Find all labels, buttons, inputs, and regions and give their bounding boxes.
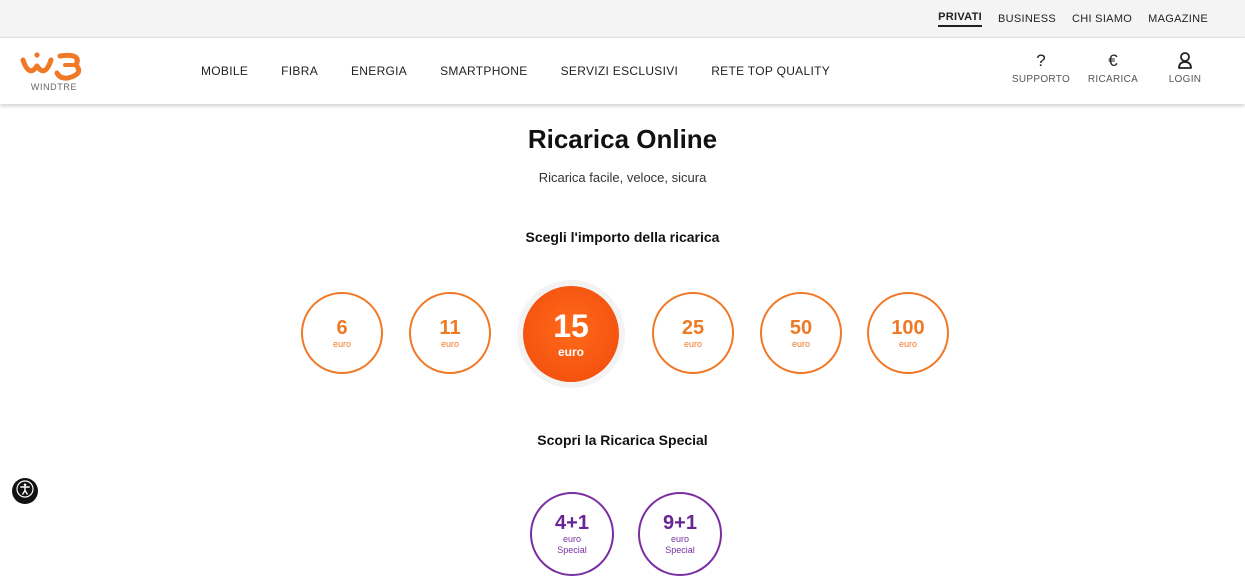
special-tag: Special	[557, 545, 587, 555]
special-section-title: Scopri la Ricarica Special	[537, 432, 708, 448]
special-value: 9+1	[663, 512, 697, 534]
amount-value: 50	[789, 316, 813, 339]
login-label: LOGIN	[1168, 74, 1202, 85]
amount-option-50[interactable]: 50 euro	[760, 292, 842, 374]
nav-item-smartphone[interactable]: SMARTPHONE	[440, 64, 527, 78]
user-login-icon	[1177, 50, 1193, 72]
page-title: Ricarica Online	[527, 124, 718, 154]
windtre-logo[interactable]: WINDTRE	[20, 50, 90, 94]
special-option-9-plus-1[interactable]: 9+1 euro Special	[638, 492, 722, 576]
accessibility-button[interactable]	[12, 478, 38, 504]
topbar-link-chi-siamo[interactable]: CHI SIAMO	[1072, 13, 1132, 26]
euro-icon: €	[1108, 51, 1118, 70]
ricarica-button[interactable]: € RICARICA	[1083, 50, 1143, 85]
nav-item-rete-top-quality[interactable]: RETE TOP QUALITY	[711, 64, 830, 78]
support-label: SUPPORTO	[1011, 74, 1071, 85]
special-tag: Special	[665, 545, 695, 555]
topbar-link-magazine[interactable]: MAGAZINE	[1148, 13, 1208, 26]
main-nav: MOBILE FIBRA ENERGIA SMARTPHONE SERVIZI …	[201, 38, 830, 104]
amount-option-25[interactable]: 25 euro	[652, 292, 734, 374]
amount-section-title: Scegli l'importo della ricarica	[525, 229, 720, 245]
top-utility-bar: PRIVATI BUSINESS CHI SIAMO MAGAZINE	[0, 0, 1245, 38]
amount-unit: euro	[683, 338, 702, 349]
amount-option-11[interactable]: 11 euro	[409, 292, 491, 374]
amount-unit: euro	[557, 345, 584, 359]
accessibility-icon	[16, 479, 34, 503]
special-unit: euro	[670, 534, 689, 544]
amount-unit: euro	[332, 338, 351, 349]
ricarica-label: RICARICA	[1087, 74, 1139, 85]
amount-unit: euro	[791, 338, 810, 349]
windtre-logo-mark	[20, 52, 82, 81]
amount-value: 11	[439, 316, 461, 339]
amount-value: 100	[891, 316, 925, 339]
nav-item-energia[interactable]: ENERGIA	[351, 64, 407, 78]
amount-value: 15	[553, 308, 589, 344]
amount-value: 25	[681, 316, 705, 339]
special-value: 4+1	[555, 512, 589, 534]
amount-option-100[interactable]: 100 euro	[867, 292, 949, 374]
special-unit: euro	[562, 534, 581, 544]
amount-option-15-selected[interactable]: 15 euro	[523, 286, 619, 382]
question-icon: ?	[1036, 51, 1046, 70]
amount-option-6[interactable]: 6 euro	[301, 292, 383, 374]
special-option-4-plus-1[interactable]: 4+1 euro Special	[530, 492, 614, 576]
topbar-link-business[interactable]: BUSINESS	[998, 13, 1056, 26]
support-button[interactable]: ? SUPPORTO	[1011, 50, 1071, 85]
nav-item-fibra[interactable]: FIBRA	[281, 64, 318, 78]
logo-wordmark: WINDTRE	[30, 82, 78, 92]
segment-links: PRIVATI BUSINESS CHI SIAMO MAGAZINE	[938, 0, 1208, 38]
nav-item-mobile[interactable]: MOBILE	[201, 64, 248, 78]
main-header: WINDTRE MOBILE FIBRA ENERGIA SMARTPHONE …	[0, 38, 1245, 104]
amount-value: 6	[336, 316, 348, 339]
page-subtitle: Ricarica facile, veloce, sicura	[538, 170, 707, 185]
amount-unit: euro	[898, 338, 917, 349]
login-button[interactable]: LOGIN	[1155, 50, 1215, 85]
nav-item-servizi-esclusivi[interactable]: SERVIZI ESCLUSIVI	[561, 64, 679, 78]
amount-unit: euro	[440, 338, 459, 349]
header-actions: ? SUPPORTO € RICARICA LOGIN	[1011, 50, 1215, 85]
topbar-link-privati[interactable]: PRIVATI	[938, 11, 982, 27]
